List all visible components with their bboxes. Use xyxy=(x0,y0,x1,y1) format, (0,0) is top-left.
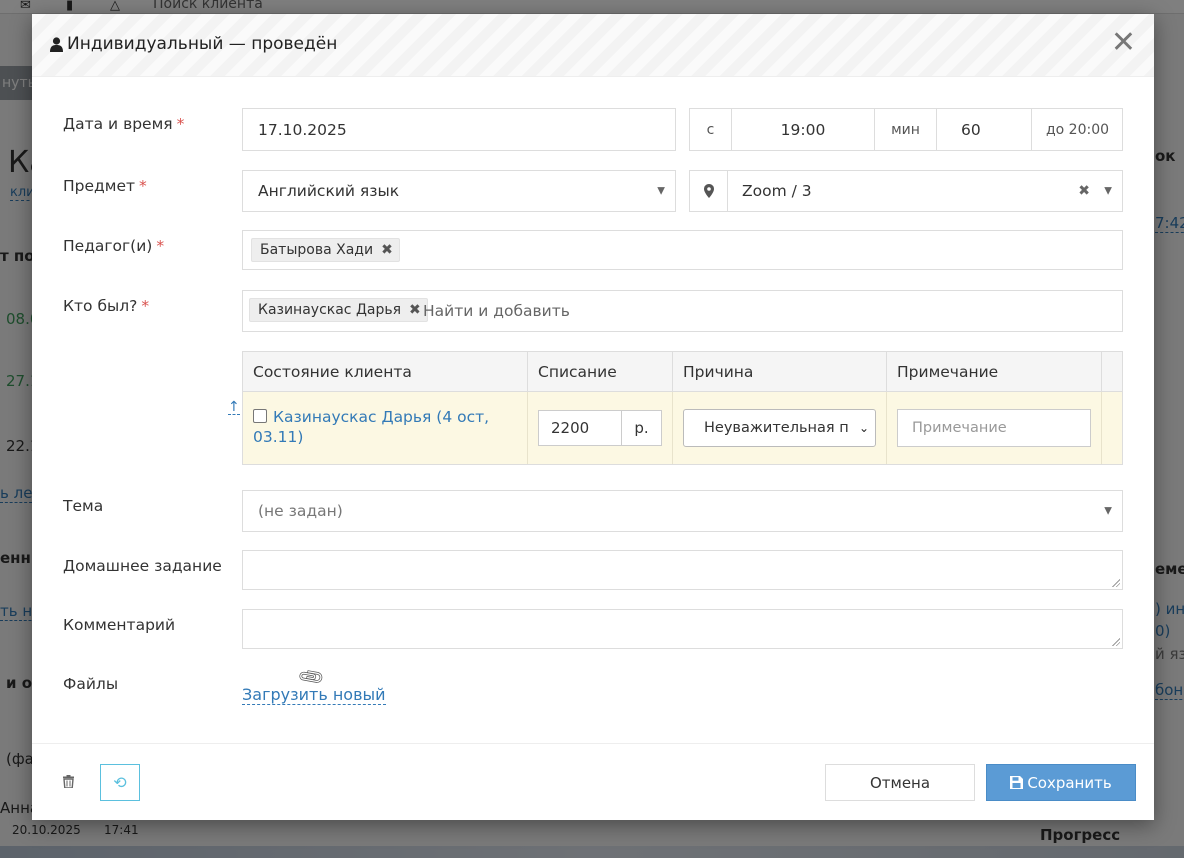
resize-handle[interactable] xyxy=(1112,579,1120,587)
teacher-name: Батырова Хади xyxy=(260,242,374,258)
subject-label: Предмет * xyxy=(63,177,147,195)
close-icon[interactable]: ✕ xyxy=(1111,28,1136,58)
topic-select[interactable]: (не задан) ▼ xyxy=(242,490,1123,532)
reason-select[interactable]: Неуважительная п ⌄ xyxy=(683,409,876,447)
upload-link[interactable]: Загрузить новый xyxy=(242,686,386,705)
homework-label: Домашнее задание xyxy=(63,557,222,575)
user-icon xyxy=(50,36,63,52)
attendees-label: Кто был? * xyxy=(63,297,150,315)
column-header: Примечание xyxy=(887,352,1102,392)
client-checkbox[interactable] xyxy=(253,409,267,423)
datetime-label: Дата и время * xyxy=(63,115,185,133)
note-input[interactable]: Примечание xyxy=(897,409,1091,447)
subject-select[interactable]: Английский язык ▼ xyxy=(242,170,676,212)
attendees-select[interactable]: Казинаускас Дарья ✖ Найти и добавить xyxy=(242,290,1123,332)
chevron-down-icon: ⌄ xyxy=(858,421,869,435)
clear-icon[interactable]: ✖ xyxy=(1078,183,1090,199)
files-label: Файлы xyxy=(63,675,119,693)
client-status: Казинаускас Дарья (4 ост, 03.11) xyxy=(253,407,503,447)
column-header: Списание xyxy=(528,352,673,392)
end-time: до 20:00 xyxy=(1045,121,1110,138)
remove-icon[interactable]: ✖ xyxy=(409,302,421,318)
save-button[interactable]: Сохранить xyxy=(986,764,1136,801)
room-value: Zoom / 3 xyxy=(742,182,812,200)
teachers-select[interactable]: Батырова Хади ✖ xyxy=(242,230,1123,270)
column-header: Причина xyxy=(673,352,887,392)
lesson-modal: Индивидуальный — проведён ✕ Дата и время… xyxy=(32,14,1154,820)
save-label: Сохранить xyxy=(1027,773,1112,792)
teacher-tag: Батырова Хади ✖ xyxy=(251,238,400,262)
attendee-tag: Казинаускас Дарья ✖ xyxy=(249,298,428,322)
date-input[interactable]: 17.10.2025 xyxy=(242,108,676,151)
modal-header: Индивидуальный — проведён ✕ xyxy=(32,14,1154,77)
arrow-up-icon[interactable]: ↑ xyxy=(228,400,240,415)
caret-down-icon: ▼ xyxy=(1104,505,1112,517)
charge-input[interactable]: 2200 xyxy=(538,410,622,446)
floppy-disk-icon xyxy=(1010,776,1024,789)
minutes-unit: мин xyxy=(875,109,937,150)
from-prefix: с xyxy=(690,109,732,150)
history-icon: ⟲ xyxy=(113,773,127,792)
time-input[interactable]: 19:00 xyxy=(732,109,875,150)
modal-title: Индивидуальный — проведён xyxy=(50,34,337,54)
modal-title-text: Индивидуальный — проведён xyxy=(67,34,338,54)
attendees-search[interactable]: Найти и добавить xyxy=(423,302,570,320)
client-link[interactable]: Казинаускас Дарья (4 ост, 03.11) xyxy=(253,408,489,446)
map-marker-icon xyxy=(690,171,728,211)
reason-cell: Неуважительная п ⌄ xyxy=(673,392,887,464)
charge-cell: 2200 р. xyxy=(528,392,673,464)
reason-value: Неуважительная п xyxy=(704,420,849,436)
cancel-button[interactable]: Отмена xyxy=(825,764,975,801)
attendance-table: Состояние клиента Списание Причина Приме… xyxy=(242,351,1123,465)
time-group: с 19:00 мин 60 до 20:00 xyxy=(689,108,1123,151)
resize-handle[interactable] xyxy=(1112,638,1120,646)
table-header: Состояние клиента Списание Причина Приме… xyxy=(243,352,1122,392)
comment-label: Комментарий xyxy=(63,616,176,634)
currency-addon: р. xyxy=(621,410,662,446)
trash-icon[interactable] xyxy=(63,775,74,792)
duration-input[interactable]: 60 xyxy=(937,109,1032,150)
topic-label: Тема xyxy=(63,497,104,515)
note-cell: Примечание xyxy=(887,392,1102,464)
comment-textarea[interactable] xyxy=(242,609,1123,649)
modal-footer: ⟲ Отмена Сохранить xyxy=(32,743,1154,820)
column-header: Состояние клиента xyxy=(243,352,528,392)
caret-down-icon: ▼ xyxy=(1104,185,1112,197)
room-select[interactable]: Zoom / 3 ✖ ▼ xyxy=(689,170,1123,212)
client-cell: Казинаускас Дарья (4 ост, 03.11) xyxy=(243,392,528,464)
table-row: Казинаускас Дарья (4 ост, 03.11) 2200 р.… xyxy=(243,392,1122,464)
remove-icon[interactable]: ✖ xyxy=(381,242,393,258)
attendee-name: Казинаускас Дарья xyxy=(258,302,402,318)
history-button[interactable]: ⟲ xyxy=(100,764,140,801)
caret-down-icon: ▼ xyxy=(657,185,665,197)
teachers-label: Педагог(и) * xyxy=(63,237,165,255)
homework-textarea[interactable] xyxy=(242,550,1123,590)
